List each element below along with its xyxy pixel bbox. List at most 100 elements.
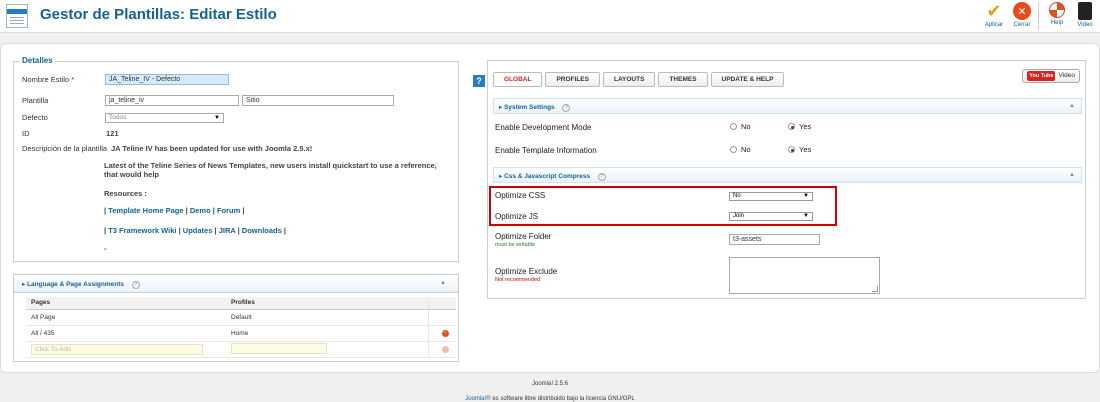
link-separator: | xyxy=(185,206,188,215)
radio-circle xyxy=(730,123,737,130)
table-row[interactable]: All Page Default xyxy=(26,309,456,326)
close-button[interactable]: ✕ Cerrar xyxy=(1009,2,1035,28)
tab-profiles[interactable]: PROFILES xyxy=(545,72,600,87)
collapse-icon[interactable]: ▲ xyxy=(1069,103,1075,109)
add-profile-input[interactable] xyxy=(231,342,327,354)
optimize-folder-note: must be writable xyxy=(495,242,536,248)
system-settings-header[interactable]: ▸ System Settings ? ▲ xyxy=(493,98,1082,114)
system-settings-title: System Settings xyxy=(504,104,555,111)
assignments-title: Language & Page Assignments xyxy=(27,281,124,288)
dev-mode-label: Enable Development Mode xyxy=(495,123,592,132)
link-separator: | xyxy=(212,206,215,215)
optimize-folder-input[interactable]: t3-assets xyxy=(729,234,820,245)
description-tail: - xyxy=(104,244,107,253)
tab-update-help[interactable]: UPDATE & HELP xyxy=(710,72,785,87)
css-js-compress-title: Css & Javascript Compress xyxy=(504,173,591,180)
updates-link[interactable]: Updates xyxy=(183,226,213,235)
dev-mode-no-radio[interactable]: No xyxy=(730,122,751,131)
jira-link[interactable]: JIRA xyxy=(219,226,236,235)
remove-icon[interactable]: − xyxy=(441,330,449,337)
css-js-compress-header[interactable]: ▸ Css & Javascript Compress ? ▲ xyxy=(493,167,1082,183)
footer-license: Joomla!® es software libre distribuido b… xyxy=(0,396,1100,402)
forum-link[interactable]: Forum xyxy=(217,206,240,215)
description-line2: Latest of the Teline Series of News Temp… xyxy=(104,161,437,179)
assignments-table: Pages Profiles All Page Default All / 43… xyxy=(26,297,456,358)
chevron-down-icon: ▼ xyxy=(214,115,220,121)
default-label: Defecto xyxy=(22,113,48,122)
toolbar: ✔ Aplicar ✕ Cerrar Help Video xyxy=(979,0,1098,30)
help-icon[interactable]: ? xyxy=(473,75,485,87)
tab-global[interactable]: GLOBAL xyxy=(493,72,543,87)
tab-layouts[interactable]: LAYOUTS xyxy=(602,72,656,87)
id-label: ID xyxy=(22,129,30,138)
demo-link[interactable]: Demo xyxy=(190,206,211,215)
apply-button[interactable]: ✔ Aplicar xyxy=(981,0,1007,29)
link-separator: | xyxy=(237,226,240,235)
optimize-exclude-note: Not recommended xyxy=(495,277,541,283)
help-icon[interactable]: ? xyxy=(597,173,606,181)
add-row: Click To Add − xyxy=(26,341,456,358)
link-separator: | xyxy=(242,206,245,215)
caret-right-icon: ▸ xyxy=(499,104,503,111)
highlight-box xyxy=(489,186,837,226)
collapse-icon[interactable]: ▲ xyxy=(440,280,446,286)
template-info-no-radio[interactable]: No xyxy=(730,145,751,154)
tab-themes[interactable]: THEMES xyxy=(658,72,708,87)
caret-right-icon: ▸ xyxy=(499,173,503,180)
template-home-page-link[interactable]: Template Home Page xyxy=(108,206,183,215)
id-row: ID xyxy=(22,129,104,138)
help-label: Help xyxy=(1050,20,1064,26)
description-line1: JA Teline IV has been updated for use wi… xyxy=(111,144,313,153)
optimize-exclude-textarea[interactable] xyxy=(729,257,880,294)
checkmark-icon: ✔ xyxy=(986,0,1002,21)
default-row: Defecto xyxy=(22,113,104,122)
template-input[interactable]: ja_teline_iv xyxy=(105,95,239,106)
default-select-value: Todos xyxy=(109,114,127,121)
details-fieldset: Detalles Nombre Estilo * JA_Teline_IV - … xyxy=(13,56,459,262)
optimize-folder-label: Optimize Folder xyxy=(495,232,552,241)
help-icon[interactable]: ? xyxy=(131,281,140,289)
dev-mode-yes-radio[interactable]: Yes xyxy=(788,122,811,131)
site-input[interactable]: Sitio xyxy=(242,95,394,106)
details-legend: Detalles xyxy=(20,56,55,65)
template-info-label: Enable Template Information xyxy=(495,146,597,155)
radio-label: No xyxy=(741,145,751,154)
link-separator: | xyxy=(104,206,107,215)
radio-label: Yes xyxy=(799,145,812,154)
style-name-input[interactable]: JA_Teline_IV - Defecto xyxy=(105,74,229,85)
table-header-row: Pages Profiles xyxy=(26,297,456,310)
youtube-video-button[interactable]: You Tube Video xyxy=(1022,69,1080,83)
add-profile-cell xyxy=(226,341,428,358)
add-page-input[interactable]: Click To Add xyxy=(31,343,203,355)
help-icon[interactable]: ? xyxy=(562,104,571,112)
empty-action-cell xyxy=(427,309,456,326)
table-row[interactable]: All / 435 Home − xyxy=(26,325,456,342)
apply-label: Aplicar xyxy=(984,22,1004,28)
lifebuoy-icon xyxy=(1049,2,1065,18)
page-title: Gestor de Plantillas: Editar Estilo xyxy=(40,6,277,23)
optimize-exclude-label: Optimize Exclude xyxy=(495,267,558,276)
assignments-header[interactable]: ▸ Language & Page Assignments ? ▲ xyxy=(14,275,458,293)
template-label: Plantilla xyxy=(22,96,49,105)
radio-circle xyxy=(788,123,795,130)
template-row: Plantilla xyxy=(22,96,104,105)
video-button[interactable]: Video xyxy=(1072,2,1098,28)
caret-right-icon: ▸ xyxy=(22,281,26,288)
resource-links-row1: | Template Home Page | Demo | Forum | xyxy=(104,206,245,215)
joomla-link[interactable]: Joomla!® xyxy=(465,396,490,402)
collapse-icon[interactable]: ▲ xyxy=(1069,172,1075,178)
optimize-folder-block: Optimize Folder must be writable xyxy=(495,232,551,248)
default-select[interactable]: Todos ▼ xyxy=(105,113,224,123)
help-button[interactable]: Help xyxy=(1044,2,1070,26)
downloads-link[interactable]: Downloads xyxy=(242,226,282,235)
t3-framework-wiki-link[interactable]: T3 Framework Wiki xyxy=(108,226,176,235)
link-separator: | xyxy=(214,226,217,235)
close-icon: ✕ xyxy=(1013,2,1031,20)
assignments-panel: ▸ Language & Page Assignments ? ▲ Pages … xyxy=(13,274,459,362)
radio-circle xyxy=(788,146,795,153)
template-info-yes-radio[interactable]: Yes xyxy=(788,145,811,154)
resource-links-row2: | T3 Framework Wiki | Updates | JIRA | D… xyxy=(104,226,286,235)
radio-label: Yes xyxy=(799,122,812,131)
remove-icon: − xyxy=(441,346,449,353)
footer-version: Joomla! 2.5.6 xyxy=(531,381,569,387)
